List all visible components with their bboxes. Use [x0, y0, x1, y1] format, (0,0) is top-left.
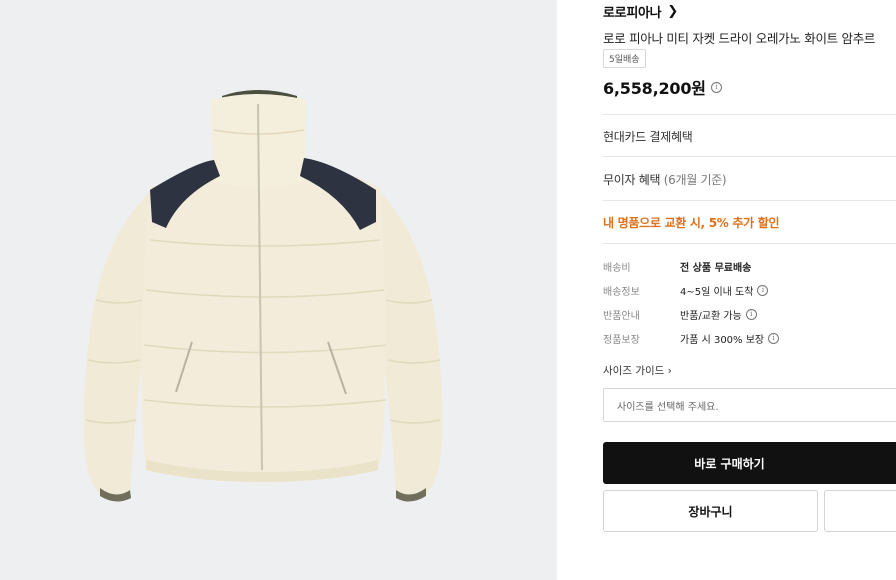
spec-value: 가품 시 300% 보장 — [680, 335, 765, 346]
promo-row[interactable]: 내 명품으로 교환 시, 5% 추가 할인 — [603, 214, 779, 231]
product-image-gallery — [0, 0, 557, 580]
product-info-panel: 로로피아나 ❯ 로로 피아나 미티 자켓 드라이 오레가노 화이트 암추르 5일… — [603, 0, 896, 580]
installment-sub: (6개월 기준) — [663, 173, 727, 187]
product-image — [83, 90, 443, 502]
delivery-badge: 5일배송 — [603, 49, 646, 68]
spec-key: 반품안내 — [603, 311, 640, 322]
spec-value: 4~5일 이내 도착 — [680, 287, 754, 298]
spec-row-return: 반품안내 반품/교환 가능 i — [603, 307, 757, 322]
spec-value-wrap: 반품/교환 가능 i — [680, 307, 757, 322]
buy-now-button[interactable]: 바로 구매하기 — [603, 442, 896, 484]
size-guide-label: 사이즈 가이드 — [603, 365, 665, 377]
spec-key: 배송비 — [603, 263, 631, 274]
spec-value: 전 상품 무료배송 — [680, 263, 752, 274]
installment-label: 무이자 혜택 — [603, 173, 661, 187]
divider — [603, 156, 896, 157]
chevron-right-icon: ❯ — [667, 4, 678, 19]
price-value: 6,558,200원 — [603, 79, 706, 98]
size-select[interactable]: 사이즈를 선택해 주세요. — [603, 388, 896, 422]
spec-key: 배송정보 — [603, 287, 640, 298]
spec-value-wrap: 4~5일 이내 도착 i — [680, 283, 769, 298]
brand-link[interactable]: 로로피아나 ❯ — [603, 2, 678, 21]
divider — [603, 243, 896, 244]
spec-value-wrap: 가품 시 300% 보장 i — [680, 331, 780, 346]
spec-key: 정품보장 — [603, 335, 640, 346]
price: 6,558,200원 i — [603, 75, 722, 99]
divider — [603, 114, 896, 115]
wishlist-button[interactable] — [824, 490, 896, 532]
spec-row-shipping-fee: 배송비 전 상품 무료배송 — [603, 259, 751, 274]
brand-name: 로로피아나 — [603, 6, 662, 21]
product-name: 로로 피아나 미티 자켓 드라이 오레가노 화이트 암추르 — [603, 31, 876, 46]
size-select-placeholder: 사이즈를 선택해 주세요. — [617, 401, 719, 413]
size-guide-link[interactable]: 사이즈 가이드 › — [603, 363, 672, 378]
spec-row-delivery: 배송정보 4~5일 이내 도착 i — [603, 283, 769, 298]
chevron-right-icon: › — [667, 365, 672, 377]
info-icon[interactable]: i — [757, 285, 769, 296]
divider — [603, 200, 896, 201]
info-icon[interactable]: i — [710, 81, 722, 93]
info-icon[interactable]: i — [745, 309, 757, 320]
installment-benefit-row[interactable]: 무이자 혜택 (6개월 기준) — [603, 171, 727, 188]
spec-row-authenticity: 정품보장 가품 시 300% 보장 i — [603, 331, 780, 346]
card-benefit-row[interactable]: 현대카드 결제혜택 — [603, 128, 693, 145]
add-to-cart-button[interactable]: 장바구니 — [603, 490, 818, 532]
spec-value: 반품/교환 가능 — [680, 311, 742, 322]
info-icon[interactable]: i — [768, 333, 780, 344]
